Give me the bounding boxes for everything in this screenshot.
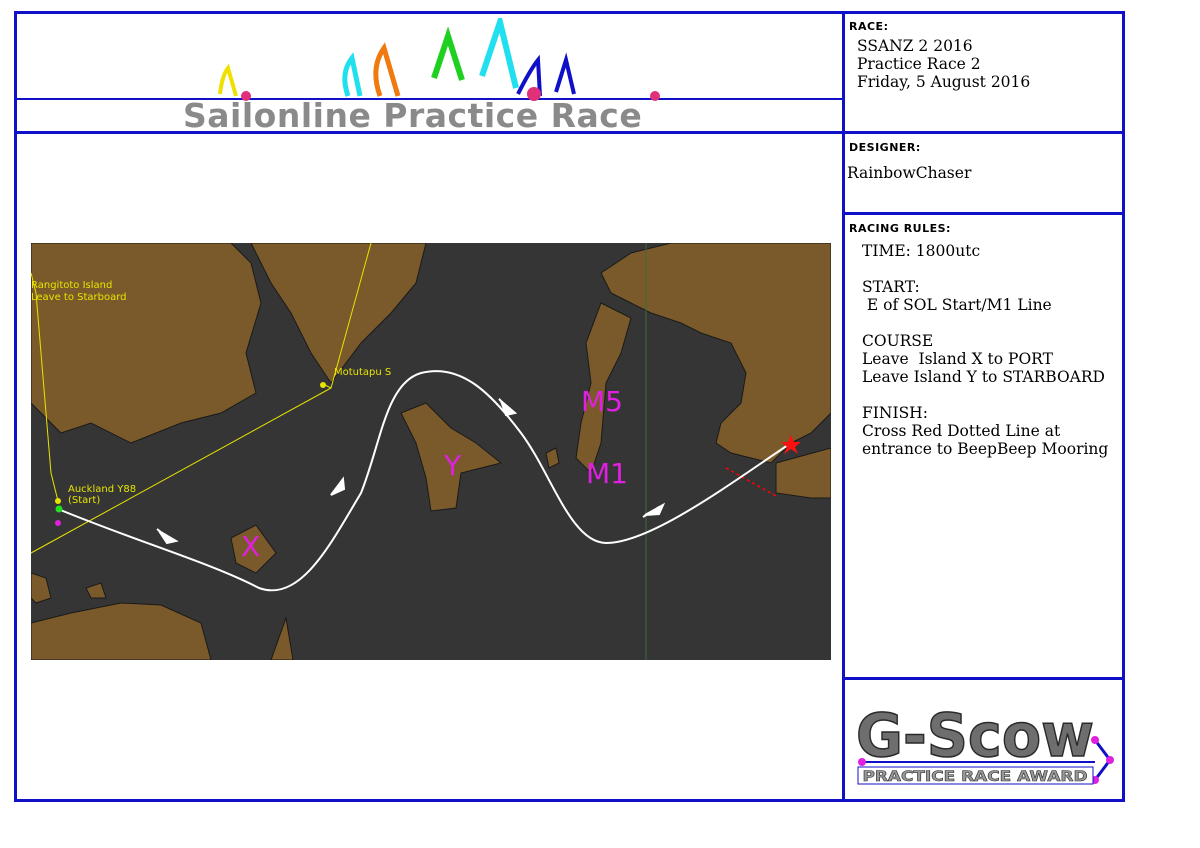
start-marker-magenta: [55, 520, 61, 526]
rules-divider: [842, 677, 1125, 680]
rules-time: TIME: 1800utc: [862, 242, 981, 260]
rules-course-line2: Leave Island Y to STARBOARD: [862, 368, 1105, 386]
gscow-award: G-Scow PRACTICE RACE AWARD: [852, 690, 1120, 790]
mark-m1: M1: [586, 457, 628, 490]
mark-x: X: [241, 530, 260, 563]
rules-course-line1: Leave Island X to PORT: [862, 350, 1053, 368]
rules-start-label: START:: [862, 278, 920, 296]
motutapu-label: Motutapu S: [334, 367, 391, 378]
rules-finish-label: FINISH:: [862, 404, 928, 422]
mark-m5: M5: [581, 385, 623, 418]
rules-course-label: COURSE: [862, 332, 934, 350]
start-marker-yellow: [55, 498, 61, 504]
motutapu-marker: [320, 382, 326, 388]
race-heading: RACE:: [849, 20, 889, 33]
rules-heading: RACING RULES:: [849, 222, 951, 235]
race-date: Friday, 5 August 2016: [857, 73, 1031, 91]
rules-start-text: E of SOL Start/M1 Line: [862, 296, 1052, 314]
race-name: SSANZ 2 2016: [857, 37, 973, 55]
gscow-subtitle: PRACTICE RACE AWARD: [863, 769, 1088, 785]
auckland-label-2: (Start): [68, 495, 100, 506]
race-divider: [842, 131, 1125, 134]
banner-title: Sailonline Practice Race: [183, 96, 643, 135]
course-map[interactable]: Rangitoto Island Leave to Starboard Motu…: [30, 242, 832, 661]
mark-y: Y: [443, 449, 462, 482]
rangitoto-label-1: Rangitoto Island: [31, 280, 112, 291]
rules-finish-line1: Cross Red Dotted Line at: [862, 422, 1061, 440]
auckland-label-1: Auckland Y88: [68, 484, 136, 495]
designer-name: RainbowChaser: [847, 164, 972, 182]
designer-divider: [842, 212, 1125, 215]
rules-finish-line2: entrance to BeepBeep Mooring: [862, 440, 1109, 458]
designer-heading: DESIGNER:: [849, 141, 921, 154]
sails-logo: [218, 18, 660, 101]
start-marker-green: [55, 505, 63, 513]
rangitoto-label-2: Leave to Starboard: [31, 292, 127, 303]
land-masses: [30, 242, 832, 661]
gscow-logo-text: G-Scow: [856, 701, 1094, 771]
race-practice: Practice Race 2: [857, 55, 981, 73]
